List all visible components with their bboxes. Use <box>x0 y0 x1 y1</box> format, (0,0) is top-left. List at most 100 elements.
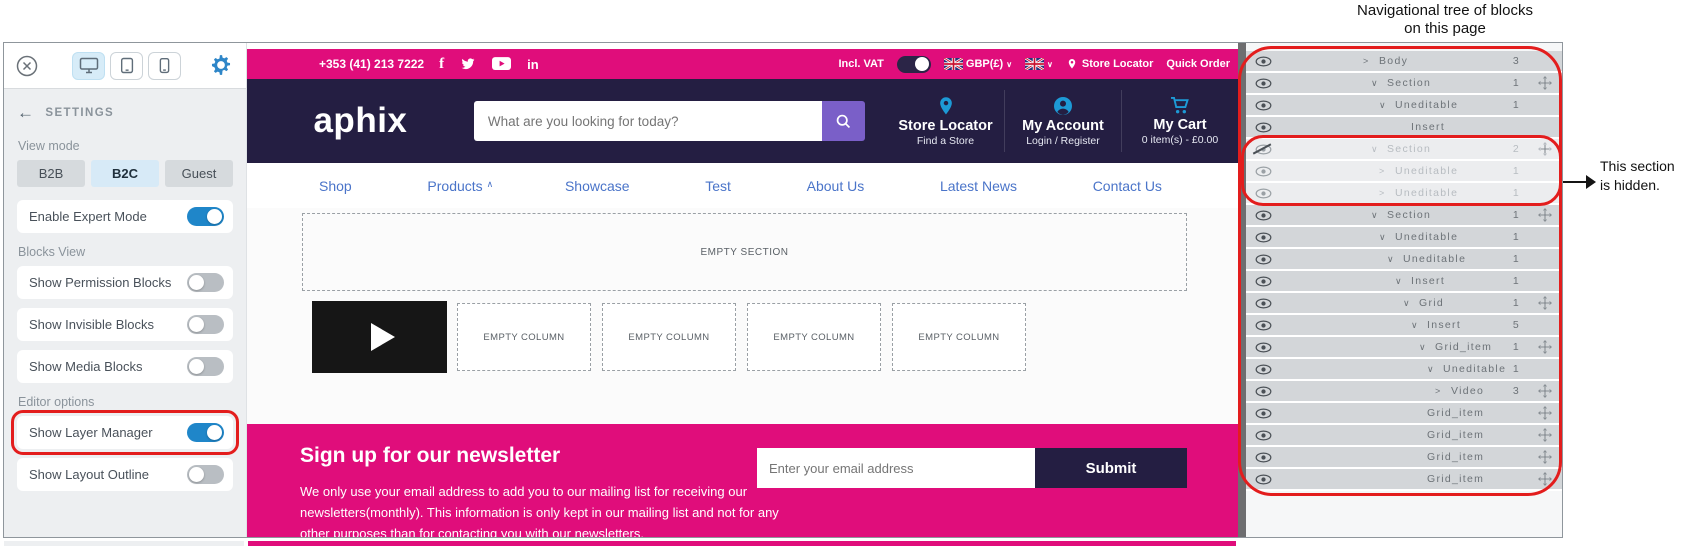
toggle-switch[interactable] <box>187 273 224 292</box>
layer-row[interactable]: > Video 3 <box>1246 381 1562 403</box>
eye-icon[interactable] <box>1246 144 1280 155</box>
eye-icon[interactable] <box>1246 166 1280 177</box>
layer-row[interactable]: ∨ Grid 1 <box>1246 293 1562 315</box>
submit-button[interactable]: Submit <box>1035 448 1187 488</box>
eye-icon[interactable] <box>1246 364 1280 375</box>
chevron-icon[interactable]: ∨ <box>1419 342 1429 353</box>
move-icon[interactable] <box>1538 296 1552 310</box>
layer-row[interactable]: > Uneditable 1 <box>1246 183 1562 205</box>
eye-icon[interactable] <box>1246 254 1280 265</box>
empty-section-block[interactable]: EMPTY SECTION <box>302 213 1187 291</box>
language-dropdown[interactable]: ∨ <box>1025 58 1053 70</box>
close-icon[interactable] <box>16 55 38 77</box>
view-mode-button[interactable]: B2B <box>17 160 85 187</box>
move-icon[interactable] <box>1538 406 1552 420</box>
move-icon[interactable] <box>1538 472 1552 486</box>
mobile-view-button[interactable] <box>148 52 181 80</box>
toggle-switch[interactable] <box>187 465 224 484</box>
my-account-menu-item[interactable]: My Account Login / Register <box>1004 90 1121 152</box>
chevron-icon[interactable]: ∨ <box>1403 298 1413 309</box>
empty-column-block[interactable]: EMPTY COLUMN <box>457 303 591 371</box>
eye-icon[interactable] <box>1246 122 1280 133</box>
nav-item[interactable]: Showcase <box>565 178 634 194</box>
eye-icon[interactable] <box>1246 452 1280 463</box>
layer-row[interactable]: Grid_item <box>1246 425 1562 447</box>
aphix-logo[interactable]: aphix <box>247 101 474 141</box>
eye-icon[interactable] <box>1246 56 1280 67</box>
chevron-icon[interactable]: ∨ <box>1371 144 1381 155</box>
layer-row[interactable]: ∨ Insert 5 <box>1246 315 1562 337</box>
youtube-icon[interactable] <box>492 57 511 71</box>
gear-icon[interactable] <box>210 54 234 78</box>
eye-icon[interactable] <box>1246 276 1280 287</box>
view-mode-button[interactable]: B2C <box>91 160 159 187</box>
toggle-switch[interactable] <box>187 315 224 334</box>
topbar-store-locator[interactable]: Store Locator <box>1066 58 1154 70</box>
empty-column-block[interactable]: EMPTY COLUMN <box>892 303 1026 371</box>
nav-item[interactable]: Contact Us <box>1093 178 1166 194</box>
layer-row[interactable]: ∨ Section 1 <box>1246 73 1562 95</box>
eye-icon[interactable] <box>1246 342 1280 353</box>
eye-icon[interactable] <box>1246 298 1280 309</box>
chevron-icon[interactable]: ∨ <box>1395 276 1405 287</box>
eye-icon[interactable] <box>1246 474 1280 485</box>
eye-icon[interactable] <box>1246 408 1280 419</box>
eye-icon[interactable] <box>1246 210 1280 221</box>
twitter-icon[interactable] <box>460 56 476 72</box>
back-arrow-icon[interactable]: ← <box>17 103 35 123</box>
layer-row[interactable]: ∨ Section 1 <box>1246 205 1562 227</box>
phone-link[interactable]: +353 (41) 213 7222 <box>319 57 424 71</box>
toggle-switch[interactable] <box>187 423 224 442</box>
eye-icon[interactable] <box>1246 100 1280 111</box>
chevron-icon[interactable]: > <box>1379 188 1389 198</box>
nav-item[interactable]: Products∧ <box>427 178 493 194</box>
chevron-icon[interactable]: ∨ <box>1411 320 1421 331</box>
toggle-switch[interactable] <box>187 357 224 376</box>
move-icon[interactable] <box>1538 340 1552 354</box>
vat-toggle[interactable] <box>897 56 931 73</box>
layer-row[interactable]: Grid_item <box>1246 469 1562 491</box>
move-icon[interactable] <box>1538 450 1552 464</box>
chevron-icon[interactable]: ∨ <box>1427 364 1437 375</box>
empty-column-block[interactable]: EMPTY COLUMN <box>747 303 881 371</box>
view-mode-button[interactable]: Guest <box>165 160 233 187</box>
move-icon[interactable] <box>1538 142 1552 156</box>
chevron-icon[interactable]: ∨ <box>1371 210 1381 221</box>
layer-row[interactable]: ∨ Insert 1 <box>1246 271 1562 293</box>
search-button[interactable] <box>822 101 865 141</box>
empty-column-block[interactable]: EMPTY COLUMN <box>602 303 736 371</box>
nav-item[interactable]: About Us <box>807 178 869 194</box>
eye-icon[interactable] <box>1246 320 1280 331</box>
layer-row[interactable]: > Body 3 <box>1246 51 1562 73</box>
layer-row[interactable]: Insert <box>1246 117 1562 139</box>
nav-item[interactable]: Shop <box>319 178 356 194</box>
chevron-icon[interactable]: ∨ <box>1371 78 1381 89</box>
eye-icon[interactable] <box>1246 386 1280 397</box>
move-icon[interactable] <box>1538 76 1552 90</box>
chevron-icon[interactable]: > <box>1435 386 1445 396</box>
layer-row[interactable]: ∨ Section 2 <box>1246 139 1562 161</box>
quick-order-link[interactable]: Quick Order <box>1166 58 1230 70</box>
chevron-icon[interactable]: ∨ <box>1379 232 1389 243</box>
video-block[interactable] <box>312 301 447 373</box>
layer-row[interactable]: ∨ Uneditable 1 <box>1246 95 1562 117</box>
chevron-icon[interactable]: > <box>1379 166 1389 176</box>
layer-row[interactable]: ∨ Grid_item 1 <box>1246 337 1562 359</box>
desktop-view-button[interactable] <box>72 52 105 80</box>
email-input[interactable] <box>757 448 1035 488</box>
layer-row[interactable]: ∨ Uneditable 1 <box>1246 227 1562 249</box>
eye-icon[interactable] <box>1246 188 1280 199</box>
layer-row[interactable]: > Uneditable 1 <box>1246 161 1562 183</box>
chevron-icon[interactable]: > <box>1363 56 1373 66</box>
layer-row[interactable]: ∨ Uneditable 1 <box>1246 249 1562 271</box>
eye-icon[interactable] <box>1246 430 1280 441</box>
move-icon[interactable] <box>1538 208 1552 222</box>
nav-item[interactable]: Latest News <box>940 178 1021 194</box>
store-locator-menu-item[interactable]: Store Locator Find a Store <box>887 90 1004 152</box>
move-icon[interactable] <box>1538 384 1552 398</box>
layer-row[interactable]: Grid_item <box>1246 403 1562 425</box>
chevron-icon[interactable]: ∨ <box>1379 100 1389 111</box>
layer-row[interactable]: Grid_item <box>1246 447 1562 469</box>
chevron-icon[interactable]: ∨ <box>1387 254 1397 265</box>
facebook-icon[interactable]: f <box>439 56 444 73</box>
